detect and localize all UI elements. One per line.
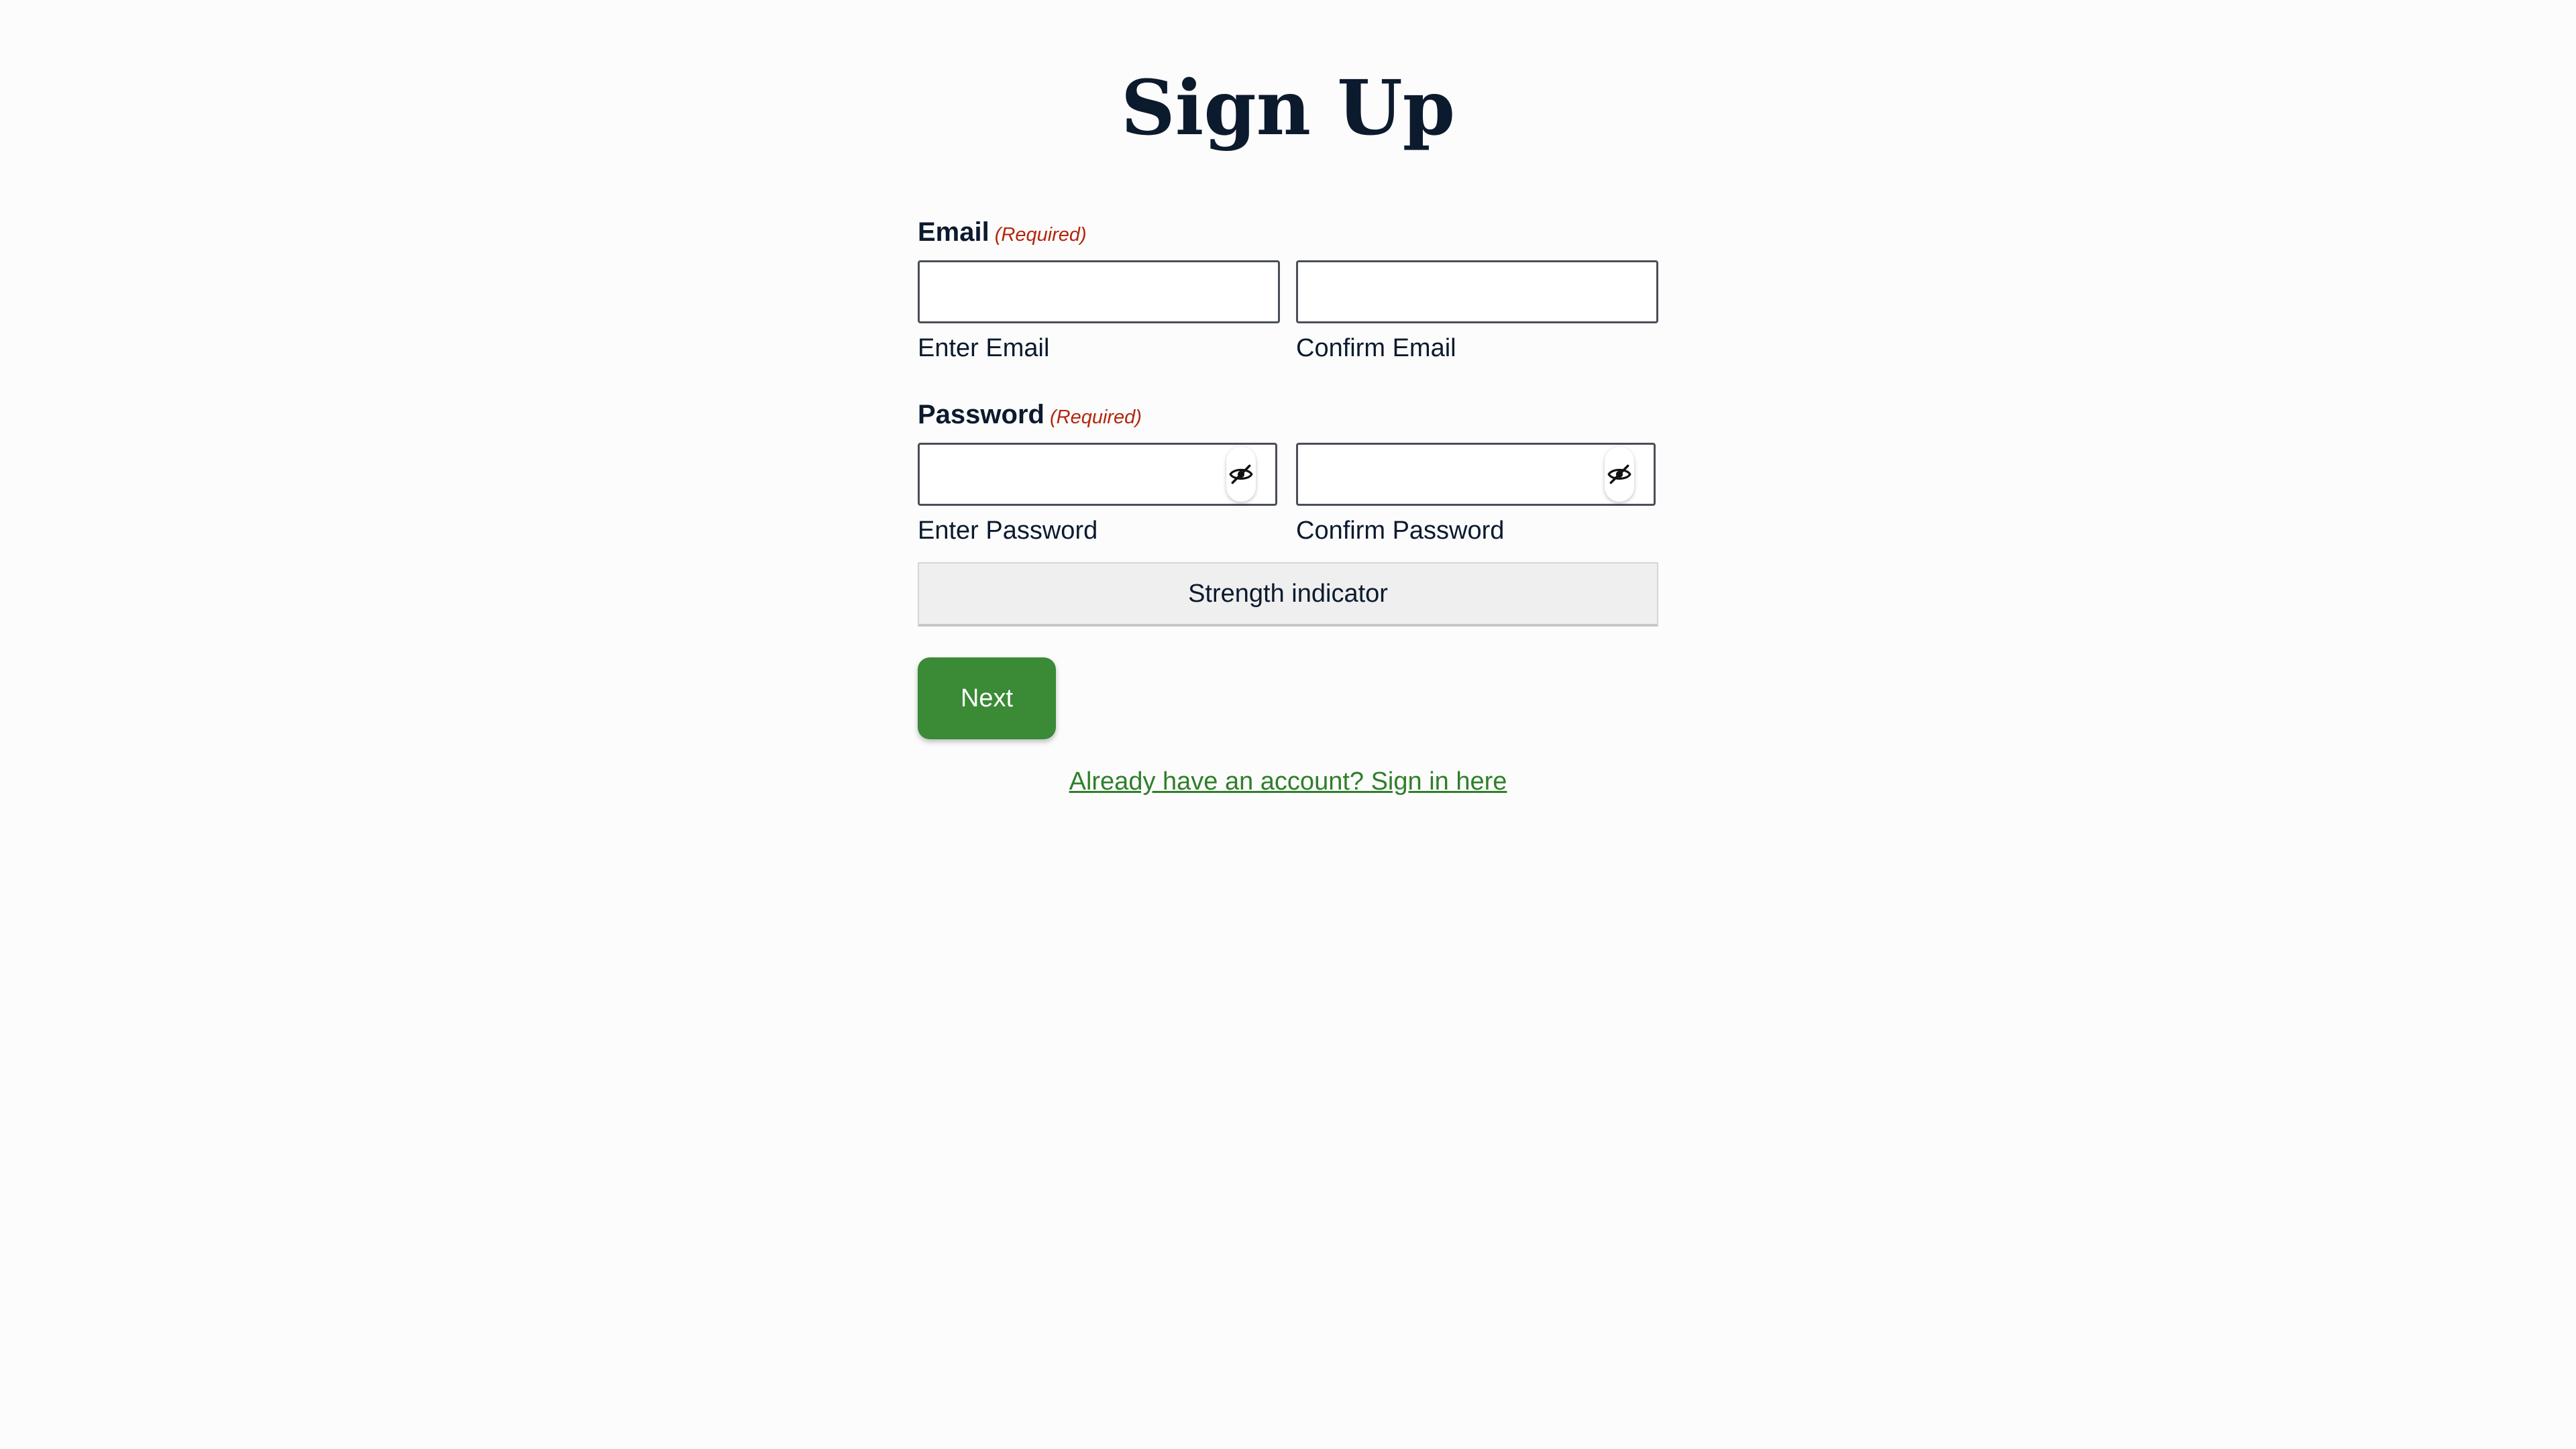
signup-form: Email (Required) Enter Email Confirm Emai… xyxy=(918,212,1658,798)
password-legend: Password (Required) xyxy=(918,394,1658,435)
password-fieldset: Password (Required) Enter Password Confi… xyxy=(918,394,1658,547)
eye-slash-icon xyxy=(1607,464,1631,484)
email-input-label: Enter Email xyxy=(918,334,1050,362)
email-legend-text: Email xyxy=(918,217,989,247)
password-confirm-col: Confirm Password xyxy=(1296,443,1658,547)
password-input-label: Enter Password xyxy=(918,517,1098,545)
confirm-email-label: Confirm Email xyxy=(1296,334,1456,362)
sign-in-link[interactable]: Already have an account? Sign in here xyxy=(918,765,1658,798)
signup-page: Sign Up Email (Required) Enter Email Conf… xyxy=(0,0,2576,1449)
password-strength-indicator: Strength indicator xyxy=(918,562,1658,627)
email-enter-col: Enter Email xyxy=(918,260,1280,365)
email-row: Enter Email Confirm Email xyxy=(918,260,1658,365)
password-legend-text: Password xyxy=(918,400,1044,429)
email-input[interactable] xyxy=(918,260,1280,323)
password-input[interactable] xyxy=(918,443,1277,506)
confirm-email-input[interactable] xyxy=(1296,260,1658,323)
confirm-password-input[interactable] xyxy=(1296,443,1656,506)
show-confirm-password-toggle[interactable] xyxy=(1605,447,1634,502)
password-required-note: (Required) xyxy=(1049,407,1142,428)
next-button[interactable]: Next xyxy=(918,657,1056,739)
email-fieldset: Email (Required) Enter Email Confirm Emai… xyxy=(918,212,1658,365)
eye-slash-icon xyxy=(1229,464,1253,484)
password-row: Enter Password Confirm Password xyxy=(918,443,1658,547)
password-enter-col: Enter Password xyxy=(918,443,1280,547)
confirm-password-label: Confirm Password xyxy=(1296,517,1505,545)
email-legend: Email (Required) xyxy=(918,212,1658,252)
email-confirm-col: Confirm Email xyxy=(1296,260,1658,365)
email-required-note: (Required) xyxy=(994,224,1087,246)
page-title: Sign Up xyxy=(1120,64,1456,152)
show-password-toggle[interactable] xyxy=(1226,447,1256,502)
